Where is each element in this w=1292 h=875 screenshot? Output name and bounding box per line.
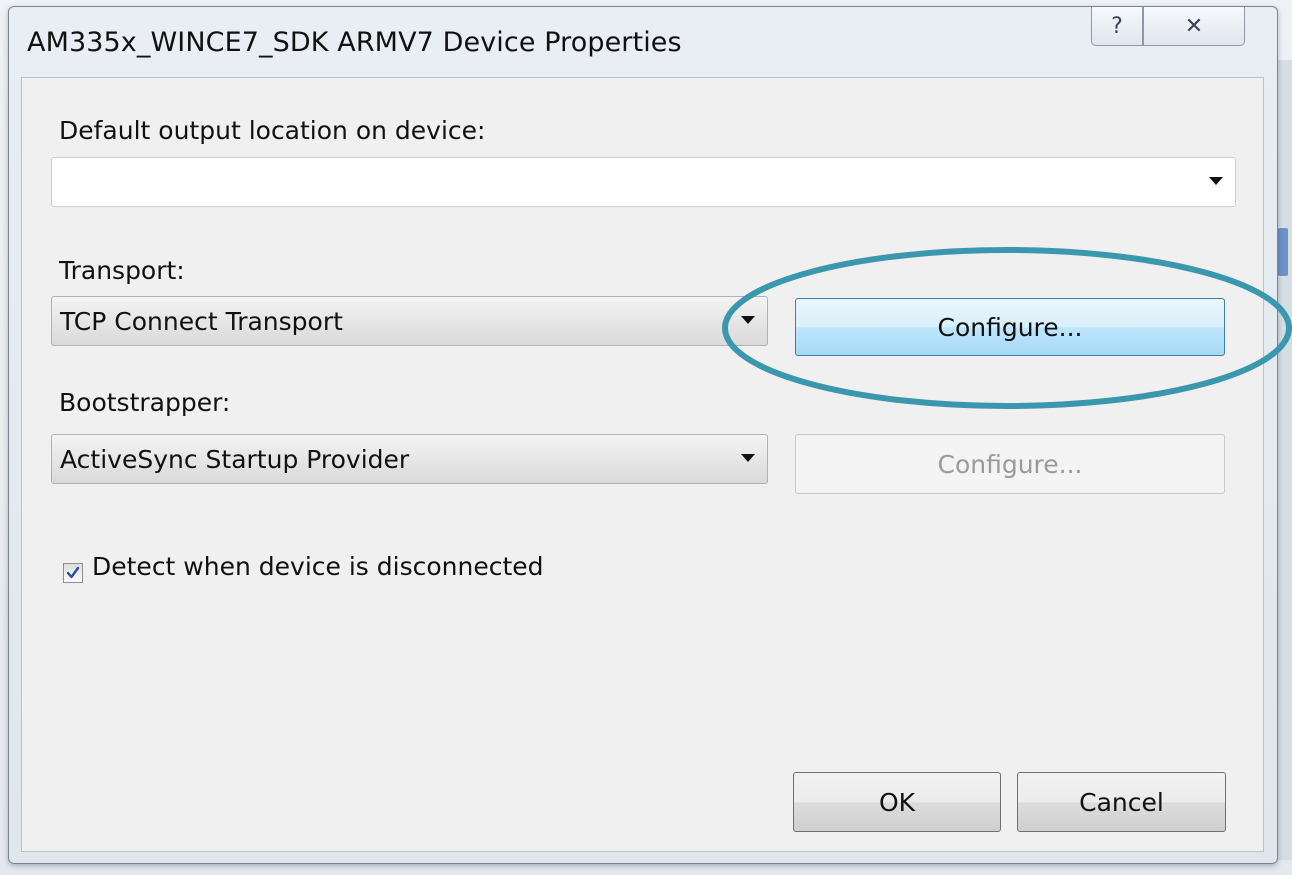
bootstrapper-combobox[interactable]: ActiveSync Startup Provider xyxy=(51,434,768,484)
detect-disconnect-checkbox[interactable] xyxy=(63,563,83,583)
transport-combobox[interactable]: TCP Connect Transport xyxy=(51,296,768,346)
background-scrollbar-thumb xyxy=(1278,228,1288,276)
device-properties-dialog: AM335x_WINCE7_SDK ARMV7 Device Propertie… xyxy=(8,6,1278,864)
chevron-down-icon[interactable] xyxy=(741,454,755,462)
detect-disconnect-label[interactable]: Detect when device is disconnected xyxy=(92,552,544,581)
cancel-button[interactable]: Cancel xyxy=(1017,772,1226,832)
transport-configure-button[interactable]: Configure... xyxy=(795,298,1225,356)
output-location-label: Default output location on device: xyxy=(59,116,486,145)
bootstrapper-selected-value: ActiveSync Startup Provider xyxy=(60,444,410,474)
bootstrapper-configure-button: Configure... xyxy=(795,434,1225,494)
help-icon: ? xyxy=(1111,13,1123,39)
chevron-down-icon[interactable] xyxy=(1209,177,1223,185)
close-button[interactable]: ✕ xyxy=(1143,7,1245,46)
help-button[interactable]: ? xyxy=(1091,7,1143,46)
bootstrapper-label: Bootstrapper: xyxy=(59,388,231,417)
ok-button[interactable]: OK xyxy=(793,772,1001,832)
window-title: AM335x_WINCE7_SDK ARMV7 Device Propertie… xyxy=(27,27,682,58)
transport-selected-value: TCP Connect Transport xyxy=(60,306,343,336)
transport-label: Transport: xyxy=(59,256,185,285)
close-icon: ✕ xyxy=(1184,13,1204,39)
chevron-down-icon[interactable] xyxy=(741,316,755,324)
output-location-combobox[interactable] xyxy=(51,157,1236,207)
checkmark-icon xyxy=(66,566,80,579)
dialog-client-area: Default output location on device: Trans… xyxy=(21,77,1264,852)
